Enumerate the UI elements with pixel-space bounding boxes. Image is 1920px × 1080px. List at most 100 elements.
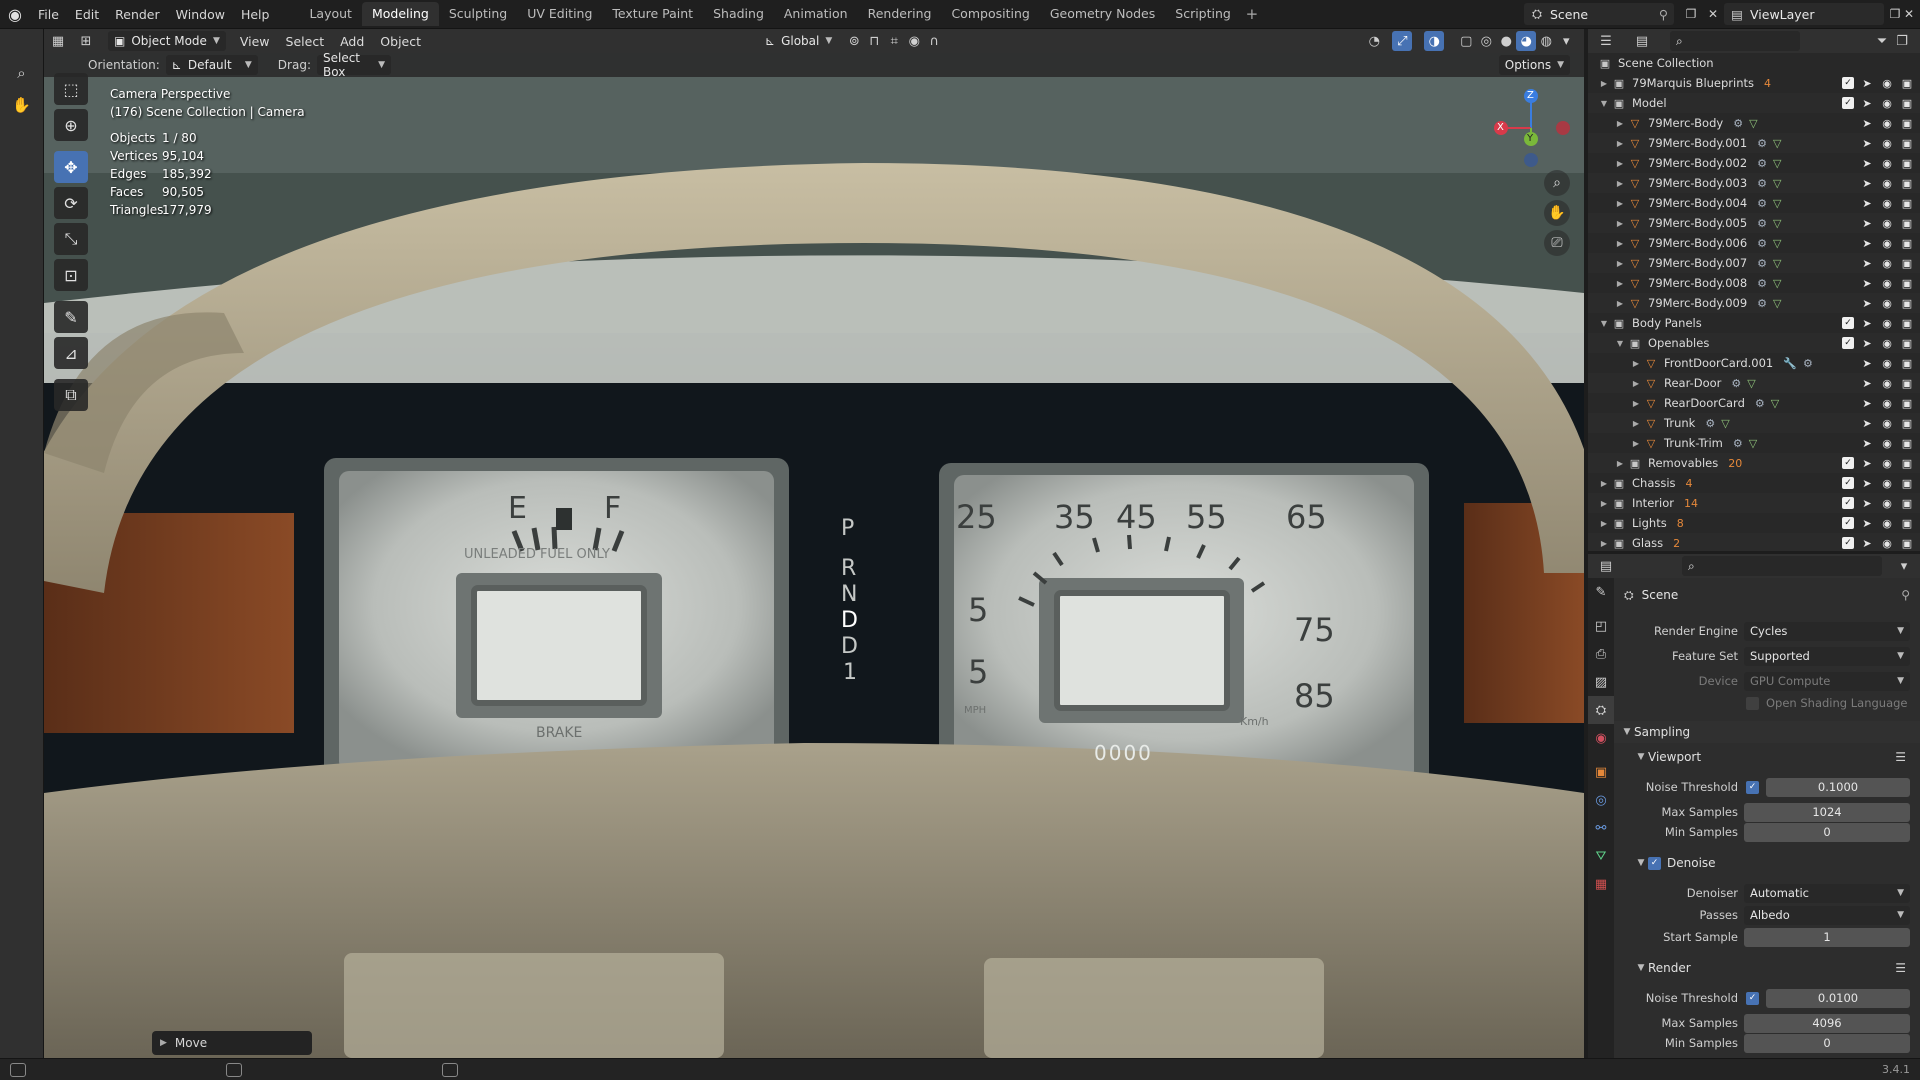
tab-sculpting[interactable]: Sculpting bbox=[439, 2, 517, 26]
add-workspace-icon[interactable]: + bbox=[1241, 5, 1263, 23]
camera-render-icon[interactable]: ▣ bbox=[1900, 457, 1914, 470]
outliner-search-input[interactable]: ⌕ bbox=[1670, 31, 1800, 51]
mesh-data-icon[interactable]: ▽ bbox=[1773, 217, 1781, 230]
eye-icon[interactable]: ◉ bbox=[1880, 537, 1894, 550]
modifier-icon[interactable]: ⚙ bbox=[1733, 437, 1743, 450]
camera-render-icon[interactable]: ▣ bbox=[1900, 397, 1914, 410]
tab-modeling[interactable]: Modeling bbox=[361, 2, 439, 26]
properties-editor-type-icon[interactable]: ▤ bbox=[1596, 556, 1616, 576]
disclosure-closed-icon[interactable]: ▶ bbox=[1630, 379, 1642, 388]
outliner-row[interactable]: ▶ ▣ Glass 2 ✓ ➤ ◉ ▣ bbox=[1588, 533, 1920, 551]
camera-render-icon[interactable]: ▣ bbox=[1900, 137, 1914, 150]
new-scene-icon[interactable]: ❐ bbox=[1680, 3, 1702, 25]
camera-render-icon[interactable]: ▣ bbox=[1900, 497, 1914, 510]
measure-tool-icon[interactable]: ⊿ bbox=[54, 337, 88, 369]
exclude-checkbox[interactable]: ✓ bbox=[1842, 517, 1854, 529]
select-arrow-icon[interactable]: ➤ bbox=[1860, 317, 1874, 330]
modifier-icon[interactable]: ⚙ bbox=[1733, 117, 1743, 130]
camera-render-icon[interactable]: ▣ bbox=[1900, 417, 1914, 430]
disclosure-closed-icon[interactable]: ▶ bbox=[1614, 239, 1626, 248]
eye-icon[interactable]: ◉ bbox=[1880, 237, 1894, 250]
r-max-samples-field[interactable]: 4096 bbox=[1744, 1013, 1910, 1033]
zoom-icon[interactable]: ⌕ bbox=[6, 59, 38, 87]
rotate-tool-icon[interactable]: ⟳ bbox=[54, 187, 88, 219]
mesh-data-icon[interactable]: ▽ bbox=[1773, 277, 1781, 290]
exclude-checkbox[interactable]: ✓ bbox=[1842, 97, 1854, 109]
select-arrow-icon[interactable]: ➤ bbox=[1860, 377, 1874, 390]
modifier-icon[interactable]: ⚙ bbox=[1757, 297, 1767, 310]
orientation-dropdown[interactable]: ⊾ Default ▼ bbox=[165, 55, 258, 75]
exclude-checkbox[interactable]: ✓ bbox=[1842, 537, 1854, 549]
pan-hand-icon[interactable]: ✋ bbox=[6, 91, 38, 119]
disclosure-closed-icon[interactable]: ▶ bbox=[1598, 499, 1610, 508]
disclosure-closed-icon[interactable]: ▶ bbox=[1614, 219, 1626, 228]
camera-render-icon[interactable]: ▣ bbox=[1900, 517, 1914, 530]
properties-options-icon[interactable]: ▾ bbox=[1894, 556, 1914, 576]
selection-mode-icon[interactable]: ⊞ bbox=[76, 31, 96, 51]
select-arrow-icon[interactable]: ➤ bbox=[1860, 117, 1874, 130]
render-engine-dropdown[interactable]: Cycles ▼ bbox=[1744, 621, 1910, 641]
snap-icon[interactable]: ⊓ bbox=[864, 31, 884, 51]
select-arrow-icon[interactable]: ➤ bbox=[1860, 137, 1874, 150]
gizmo-toggle-icon[interactable]: ⤢ bbox=[1392, 31, 1413, 51]
device-dropdown[interactable]: GPU Compute ▼ bbox=[1744, 671, 1910, 691]
select-arrow-icon[interactable]: ➤ bbox=[1860, 417, 1874, 430]
eye-icon[interactable]: ◉ bbox=[1880, 77, 1894, 90]
select-arrow-icon[interactable]: ➤ bbox=[1860, 237, 1874, 250]
eye-icon[interactable]: ◉ bbox=[1880, 357, 1894, 370]
feature-set-dropdown[interactable]: Supported ▼ bbox=[1744, 646, 1910, 666]
tab-scripting[interactable]: Scripting bbox=[1165, 2, 1241, 26]
camera-render-icon[interactable]: ▣ bbox=[1900, 177, 1914, 190]
camera-render-icon[interactable]: ▣ bbox=[1900, 357, 1914, 370]
eye-icon[interactable]: ◉ bbox=[1880, 397, 1894, 410]
outliner-row[interactable]: ▶ ▽ Trunk-Trim ⚙ ▽ ➤ ◉ ▣ bbox=[1588, 433, 1920, 453]
tab-animation[interactable]: Animation bbox=[774, 2, 858, 26]
outliner-row[interactable]: ▶ ▽ RearDoorCard ⚙ ▽ ➤ ◉ ▣ bbox=[1588, 393, 1920, 413]
select-arrow-icon[interactable]: ➤ bbox=[1860, 77, 1874, 90]
camera-render-icon[interactable]: ▣ bbox=[1900, 197, 1914, 210]
denoise-checkbox[interactable]: ✓ bbox=[1648, 856, 1661, 870]
tab-layout[interactable]: Layout bbox=[299, 2, 362, 26]
zoom-view-icon[interactable]: ⌕ bbox=[1544, 170, 1570, 196]
mesh-data-icon[interactable]: ▽ bbox=[1773, 237, 1781, 250]
visibility-icon[interactable]: ◔ bbox=[1364, 31, 1384, 51]
transform-orientation-dropdown[interactable]: ⊾ Global ▼ bbox=[759, 31, 838, 51]
modifier-icon[interactable]: ⚙ bbox=[1757, 237, 1767, 250]
eye-icon[interactable]: ◉ bbox=[1880, 457, 1894, 470]
outliner-row[interactable]: ▶ ▽ 79Merc-Body.002 ⚙ ▽ ➤ ◉ ▣ bbox=[1588, 153, 1920, 173]
constraints-tab-icon[interactable]: ⚯ bbox=[1588, 814, 1614, 842]
3d-viewport[interactable]: E F UNLEADED FUEL ONLY BRAKE P R N D D 1… bbox=[44, 53, 1584, 1058]
cursor-tool-icon[interactable]: ⊕ bbox=[54, 109, 88, 141]
outliner-row[interactable]: ▼ ▣ Body Panels ✓ ➤ ◉ ▣ bbox=[1588, 313, 1920, 333]
outliner-row[interactable]: ▶ ▽ 79Merc-Body.003 ⚙ ▽ ➤ ◉ ▣ bbox=[1588, 173, 1920, 193]
exclude-checkbox[interactable]: ✓ bbox=[1842, 337, 1854, 349]
eye-icon[interactable]: ◉ bbox=[1880, 337, 1894, 350]
tab-compositing[interactable]: Compositing bbox=[941, 2, 1039, 26]
disclosure-closed-icon[interactable]: ▶ bbox=[1598, 79, 1610, 88]
camera-render-icon[interactable]: ▣ bbox=[1900, 437, 1914, 450]
outliner-row[interactable]: ▶ ▽ 79Merc-Body.008 ⚙ ▽ ➤ ◉ ▣ bbox=[1588, 273, 1920, 293]
outliner-row[interactable]: ▶ ▣ Removables 20 ✓ ➤ ◉ ▣ bbox=[1588, 453, 1920, 473]
camera-render-icon[interactable]: ▣ bbox=[1900, 157, 1914, 170]
vp-noise-threshold-checkbox[interactable]: ✓ bbox=[1746, 780, 1759, 794]
eye-icon[interactable]: ◉ bbox=[1880, 437, 1894, 450]
select-arrow-icon[interactable]: ➤ bbox=[1860, 397, 1874, 410]
disclosure-closed-icon[interactable]: ▶ bbox=[1614, 159, 1626, 168]
exclude-checkbox[interactable]: ✓ bbox=[1842, 457, 1854, 469]
eye-icon[interactable]: ◉ bbox=[1880, 97, 1894, 110]
eye-icon[interactable]: ◉ bbox=[1880, 257, 1894, 270]
proportional-edit-icon[interactable]: ◉ bbox=[904, 31, 924, 51]
outliner-row[interactable]: ▶ ▽ 79Merc-Body.007 ⚙ ▽ ➤ ◉ ▣ bbox=[1588, 253, 1920, 273]
eye-icon[interactable]: ◉ bbox=[1880, 277, 1894, 290]
select-arrow-icon[interactable]: ➤ bbox=[1860, 97, 1874, 110]
shading-rendered-icon[interactable]: ◍ bbox=[1536, 31, 1556, 51]
outliner-row[interactable]: ▶ ▣ Chassis 4 ✓ ➤ ◉ ▣ bbox=[1588, 473, 1920, 493]
disclosure-open-icon[interactable]: ▼ bbox=[1598, 319, 1610, 328]
eye-icon[interactable]: ◉ bbox=[1880, 317, 1894, 330]
select-arrow-icon[interactable]: ➤ bbox=[1860, 197, 1874, 210]
modifier-icon[interactable]: ⚙ bbox=[1757, 277, 1767, 290]
menu-add[interactable]: Add bbox=[332, 34, 372, 49]
denoise-subsection-header[interactable]: ▼ ✓ Denoise bbox=[1614, 852, 1920, 874]
select-arrow-icon[interactable]: ➤ bbox=[1860, 357, 1874, 370]
menu-select[interactable]: Select bbox=[278, 34, 333, 49]
